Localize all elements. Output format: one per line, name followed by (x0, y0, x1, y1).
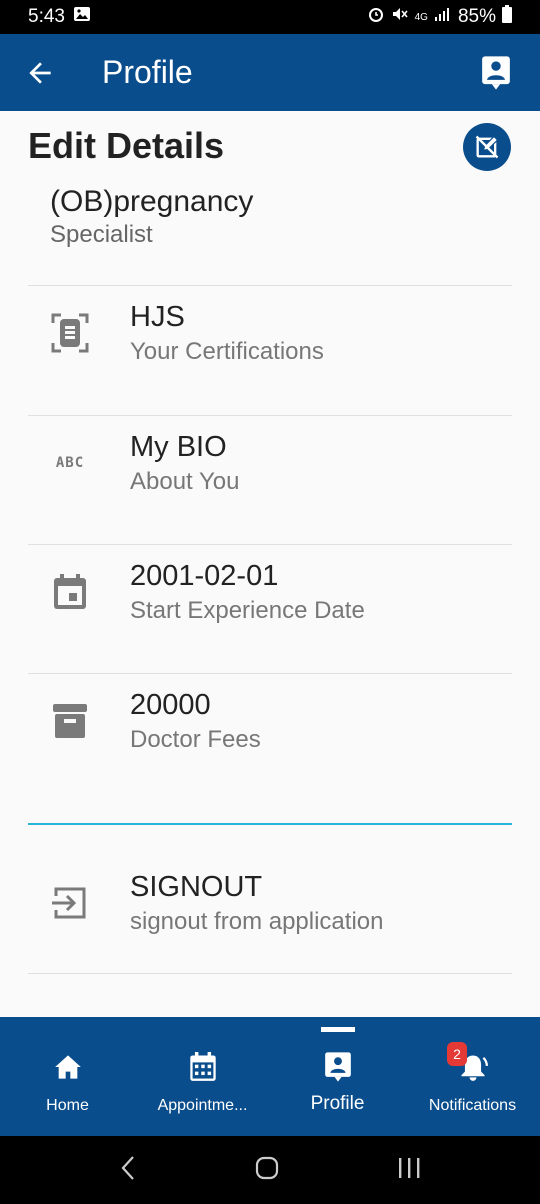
list-item-bio[interactable]: ABC My BIO About You (28, 413, 512, 513)
experience-date-label: Start Experience Date (130, 596, 365, 624)
bio-label: About You (130, 467, 240, 495)
app-bar: Profile (0, 34, 540, 111)
archive-icon (28, 703, 112, 739)
abc-icon-text: ABC (55, 455, 85, 471)
calendar-icon (189, 1051, 217, 1083)
bio-value: My BIO (130, 430, 227, 463)
calendar-icon (28, 574, 112, 610)
doctor-fees-label: Doctor Fees (130, 725, 261, 753)
battery-level: 85% (457, 6, 496, 27)
system-navigation-bar (0, 1136, 540, 1204)
nav-home-label: Home (46, 1097, 89, 1114)
gallery-icon (73, 6, 91, 28)
signout-icon (28, 886, 112, 920)
section-divider (28, 823, 512, 825)
profile-content: Edit Details (OB)pregnancy Specialist HJ… (0, 111, 540, 1017)
certifications-value: HJS (130, 300, 185, 333)
list-item-certifications[interactable]: HJS Your Certifications (28, 283, 512, 383)
nav-notifications-label: Notifications (428, 1097, 517, 1114)
nav-notifications[interactable]: 2 Notifications (405, 1017, 540, 1136)
contact-card-icon (482, 55, 510, 90)
notification-badge: 2 (447, 1042, 467, 1066)
network-4g-icon: 4G (414, 11, 428, 23)
nav-profile-label: Profile (310, 1093, 365, 1114)
signout-title: SIGNOUT (130, 870, 263, 903)
active-tab-indicator (320, 1027, 355, 1032)
profile-button[interactable] (476, 53, 516, 93)
battery-icon (502, 5, 512, 29)
edit-icon (475, 135, 499, 159)
alarm-icon (367, 5, 385, 29)
signal-icon (434, 6, 452, 28)
list-item-doctor-fees[interactable]: 20000 Doctor Fees (28, 671, 512, 771)
list-item-experience-date[interactable]: 2001-02-01 Start Experience Date (28, 542, 512, 642)
system-home-icon[interactable] (254, 1155, 280, 1186)
divider (28, 973, 512, 974)
status-bar: 5:43 4G 85% (0, 0, 540, 34)
bottom-navigation: Home Appointme... Profile 2 Notification… (0, 1017, 540, 1136)
back-button[interactable] (20, 53, 60, 93)
nav-appointments-label: Appointme... (157, 1097, 248, 1114)
signout-subtitle: signout from application (130, 907, 384, 935)
nav-profile[interactable]: Profile (270, 1017, 405, 1136)
signout-button[interactable]: SIGNOUT signout from application (28, 853, 512, 953)
mute-icon (391, 5, 409, 29)
nav-appointments[interactable]: Appointme... (135, 1017, 270, 1136)
edit-details-button[interactable] (463, 123, 511, 171)
abc-icon: ABC (28, 455, 112, 471)
specialization[interactable]: (OB)pregnancy Specialist (50, 185, 253, 249)
arrow-back-icon (29, 61, 51, 84)
doctor-fees-value: 20000 (130, 688, 211, 721)
specialization-title: (OB)pregnancy (50, 185, 254, 218)
specialization-subtitle: Specialist (50, 221, 153, 248)
edit-details-heading: Edit Details (28, 125, 225, 166)
system-back-icon[interactable] (118, 1155, 138, 1186)
certifications-label: Your Certifications (130, 337, 324, 365)
nav-home[interactable]: Home (0, 1017, 135, 1136)
home-icon (54, 1051, 82, 1083)
profile-icon (324, 1051, 352, 1083)
page-title: Profile (102, 54, 193, 90)
experience-date-value: 2001-02-01 (130, 559, 279, 592)
system-recents-icon[interactable] (396, 1156, 422, 1185)
status-time: 5:43 (28, 6, 65, 27)
certificate-icon (28, 313, 112, 353)
